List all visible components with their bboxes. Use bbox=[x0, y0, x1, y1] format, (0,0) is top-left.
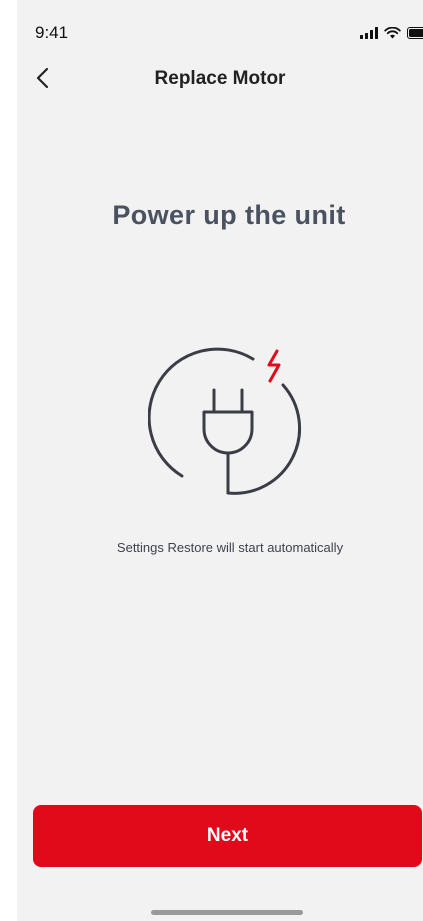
power-plug-icon bbox=[147, 343, 308, 503]
signal-icon bbox=[360, 26, 378, 44]
subtitle: Settings Restore will start automaticall… bbox=[116, 540, 344, 555]
home-indicator bbox=[151, 910, 303, 915]
page-title: Replace Motor bbox=[154, 68, 286, 89]
status-time: 9:41 bbox=[35, 23, 69, 42]
status-bar: 9:41 bbox=[17, 0, 423, 60]
status-icons bbox=[360, 26, 423, 44]
nav-bar: Replace Motor bbox=[17, 58, 423, 102]
battery-icon bbox=[407, 26, 423, 44]
headline: Power up the unit bbox=[112, 200, 346, 230]
next-button[interactable]: Next bbox=[33, 805, 422, 867]
wifi-icon bbox=[384, 26, 401, 44]
screen: 9:41 Replace Motor Power up the unit Set… bbox=[17, 0, 423, 921]
